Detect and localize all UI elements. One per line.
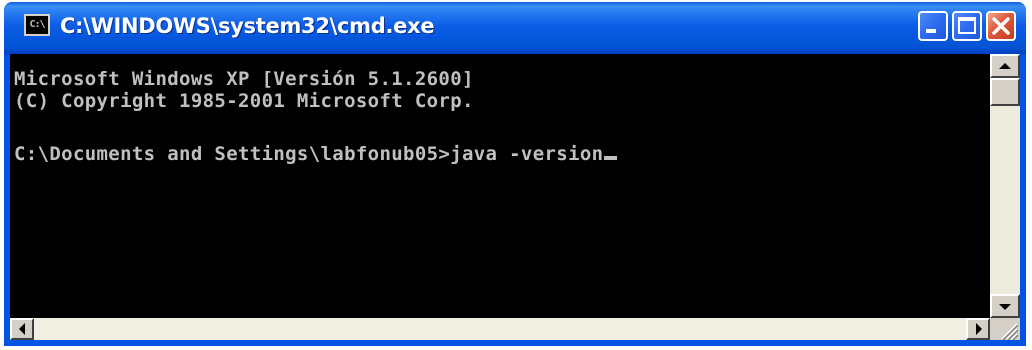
cmd-console-icon[interactable]: C:\ bbox=[24, 14, 50, 36]
arrow-right-icon bbox=[976, 323, 982, 335]
close-button[interactable] bbox=[986, 11, 1016, 41]
scroll-right-button[interactable] bbox=[966, 318, 990, 340]
scroll-left-button[interactable] bbox=[10, 318, 34, 340]
console-line-2: (C) Copyright 1985-2001 Microsoft Corp. bbox=[14, 90, 474, 112]
console-client-area: Microsoft Windows XP [Versión 5.1.2600] … bbox=[10, 54, 1020, 341]
console-prompt-text: C:\Documents and Settings\labfonub05>jav… bbox=[14, 143, 604, 165]
vertical-scrollbar[interactable] bbox=[990, 54, 1020, 318]
console-output[interactable]: Microsoft Windows XP [Versión 5.1.2600] … bbox=[10, 54, 990, 318]
window-title: C:\WINDOWS\system32\cmd.exe bbox=[60, 14, 435, 38]
console-line-1: Microsoft Windows XP [Versión 5.1.2600] bbox=[14, 68, 474, 90]
resize-grip-icon bbox=[1001, 323, 1019, 341]
cmd-window[interactable]: C:\ C:\WINDOWS\system32\cmd.exe Microsof… bbox=[4, 2, 1026, 346]
minimize-icon bbox=[926, 29, 936, 33]
close-icon bbox=[992, 17, 1010, 35]
arrow-up-icon bbox=[999, 63, 1011, 69]
title-bar[interactable]: C:\ C:\WINDOWS\system32\cmd.exe bbox=[4, 2, 1026, 54]
maximize-icon bbox=[958, 17, 976, 34]
scroll-down-button[interactable] bbox=[990, 294, 1020, 318]
resize-grip[interactable] bbox=[990, 318, 1020, 341]
arrow-left-icon bbox=[19, 323, 25, 335]
scroll-up-button[interactable] bbox=[990, 54, 1020, 78]
vertical-scroll-thumb[interactable] bbox=[990, 78, 1020, 106]
minimize-button[interactable] bbox=[918, 11, 948, 41]
arrow-down-icon bbox=[999, 304, 1011, 310]
text-cursor bbox=[604, 156, 618, 160]
console-prompt-line[interactable]: C:\Documents and Settings\labfonub05>jav… bbox=[14, 143, 618, 165]
horizontal-scrollbar[interactable] bbox=[10, 318, 990, 340]
maximize-button[interactable] bbox=[952, 11, 982, 41]
